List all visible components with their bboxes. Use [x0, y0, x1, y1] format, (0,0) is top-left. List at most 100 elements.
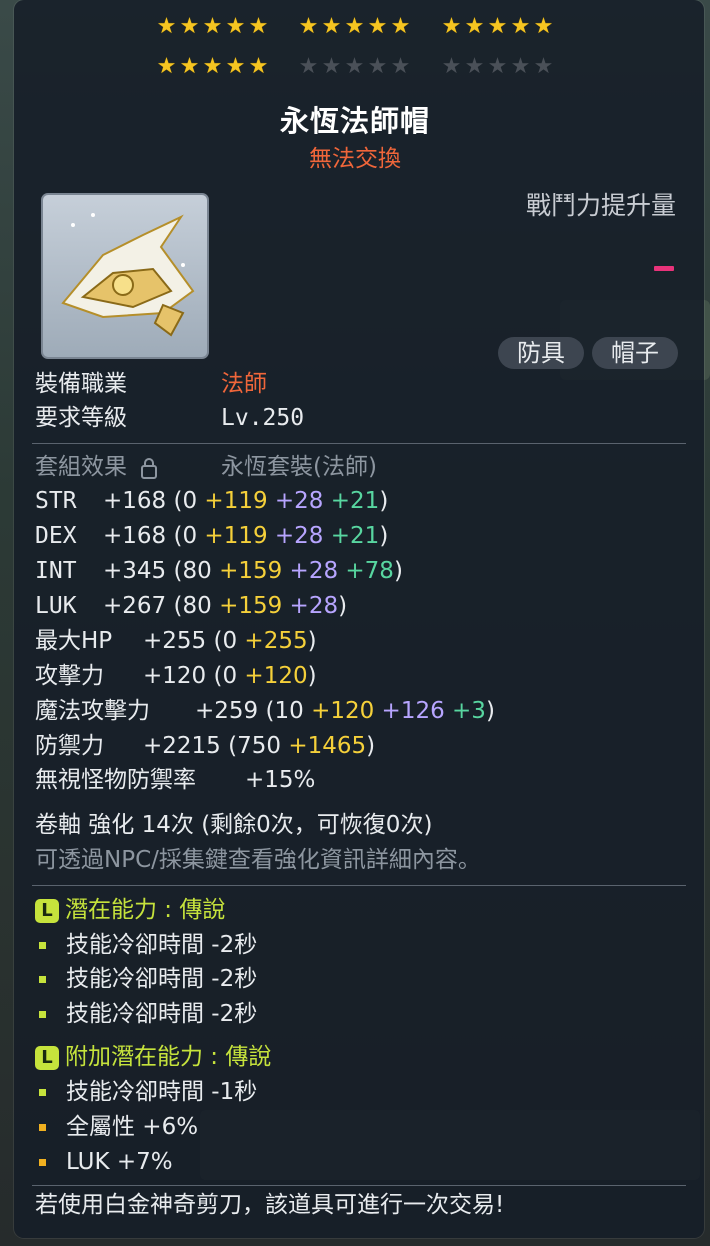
stat-bonus: +78 [345, 558, 394, 584]
stat-label: 防禦力 [35, 733, 104, 759]
stat-label: INT [35, 558, 77, 584]
star-icon: ★ [390, 54, 411, 79]
stat-bonus: +28 [274, 488, 324, 514]
divider [32, 1185, 686, 1186]
bonus-potential-line: 全屬性 +6% [35, 1110, 198, 1144]
stat-value: +2215 (750 +1465) [143, 733, 376, 759]
stat-label: LUK [35, 593, 77, 619]
stat-label: STR [35, 488, 77, 514]
tag-armor: 防具 [498, 337, 584, 369]
star-icon: ★ [344, 54, 365, 79]
star-icon: ★ [321, 14, 342, 39]
wizard-hat-icon [61, 213, 195, 337]
trade-status: 無法交換 [309, 146, 401, 172]
star-icon: ★ [464, 14, 485, 39]
stat-row: INT +345 (80 +159 +28 +78) [35, 554, 403, 588]
stat-value: +267 (80 +159 +28) [103, 593, 348, 619]
stat-base: 750 [237, 733, 282, 759]
stat-row: LUK +267 (80 +159 +28) [35, 589, 347, 623]
bullet-icon [39, 942, 46, 949]
bullet-icon [39, 976, 46, 983]
stat-base: 0 [182, 523, 198, 549]
star-icon: ★ [225, 54, 246, 79]
ignore-defense-value: +15% [245, 767, 316, 793]
stat-total: +345 [103, 558, 167, 584]
set-effect-label: 套組效果 [35, 454, 127, 480]
stat-bonus: +120 [311, 698, 375, 724]
stat-value: +120 (0 +120) [143, 663, 317, 689]
star-force-row-2: ★ ★ ★ ★ ★ ★ ★ ★ ★ ★ ★ ★ ★ ★ ★ [0, 55, 710, 85]
stat-bonus: +119 [204, 523, 268, 549]
level-value: Lv.250 [221, 405, 305, 431]
star-icon: ★ [298, 54, 319, 79]
trade-hint: 若使用白金神奇剪刀，該道具可進行一次交易! [35, 1192, 505, 1218]
stat-base: 10 [274, 698, 304, 724]
star-icon: ★ [298, 14, 319, 39]
star-icon: ★ [202, 14, 223, 39]
star-icon: ★ [202, 54, 223, 79]
stat-value: +168 (0 +119 +28 +21) [103, 488, 389, 514]
stat-bonus: +159 [219, 593, 283, 619]
potential-line: 技能冷卻時間 -2秒 [35, 997, 257, 1031]
stat-row: 最大HP +255 (0 +255) [35, 624, 317, 658]
legendary-badge-icon: L [35, 898, 59, 923]
stat-bonus: +255 [244, 628, 308, 654]
star-icon: ★ [156, 14, 177, 39]
bullet-icon [39, 1124, 46, 1131]
bonus-potential-line: LUK +7% [35, 1145, 173, 1179]
stat-value: +259 (10 +120 +126 +3) [195, 698, 495, 724]
scroll-upgrade-note: 可透過NPC/採集鍵查看強化資訊詳細內容。 [35, 847, 481, 873]
star-icon: ★ [225, 14, 246, 39]
stat-value: +168 (0 +119 +28 +21) [103, 523, 389, 549]
stat-bonus: +21 [330, 488, 380, 514]
star-icon: ★ [344, 14, 365, 39]
stat-bonus: +159 [219, 558, 283, 584]
divider [32, 443, 686, 444]
star-icon: ★ [390, 14, 411, 39]
potential-title: 潛在能力 : 傳說 [65, 897, 226, 923]
stat-total: +120 [143, 663, 207, 689]
star-icon: ★ [156, 54, 177, 79]
stat-bonus: +28 [289, 593, 339, 619]
bonus-potential-title: 附加潛在能力 : 傳說 [65, 1044, 272, 1070]
star-icon: ★ [533, 54, 554, 79]
level-label: 要求等級 [35, 405, 127, 431]
stat-row: 攻擊力 +120 (0 +120) [35, 659, 317, 693]
stat-label: 魔法攻擊力 [35, 698, 150, 724]
divider [32, 885, 686, 886]
bullet-icon [39, 1159, 46, 1166]
star-icon: ★ [441, 54, 462, 79]
stat-base: 80 [182, 558, 212, 584]
item-name: 永恆法師帽 [279, 104, 430, 138]
stat-bonus: +120 [244, 663, 308, 689]
legendary-badge-icon: L [35, 1045, 59, 1070]
stat-base: 0 [222, 663, 238, 689]
stat-value: +345 (80 +159 +28 +78) [103, 558, 403, 584]
stat-total: +2215 [143, 733, 221, 759]
star-icon: ★ [487, 14, 508, 39]
set-effect-row[interactable]: 套組效果 永恆套裝(法師) [35, 450, 377, 484]
stat-row: DEX +168 (0 +119 +28 +21) [35, 519, 388, 553]
stat-row: STR +168 (0 +119 +28 +21) [35, 484, 388, 518]
bonus-potential-line-text: 技能冷卻時間 -1秒 [66, 1079, 258, 1105]
bonus-potential-line: 技能冷卻時間 -1秒 [35, 1075, 257, 1109]
star-force-row-1: ★ ★ ★ ★ ★ ★ ★ ★ ★ ★ ★ ★ ★ ★ ★ [0, 15, 710, 45]
stat-row: 魔法攻擊力 +259 (10 +120 +126 +3) [35, 694, 495, 728]
ignore-defense-label: 無視怪物防禦率 [35, 767, 196, 793]
stat-row: 防禦力 +2215 (750 +1465) [35, 729, 375, 763]
potential-line: 技能冷卻時間 -2秒 [35, 928, 257, 962]
star-icon: ★ [179, 14, 200, 39]
job-requirement-row: 裝備職業 法師 [35, 367, 267, 401]
stat-base: 80 [182, 593, 212, 619]
stat-total: +259 [195, 698, 259, 724]
stat-base: 0 [222, 628, 238, 654]
star-icon: ★ [367, 54, 388, 79]
potential-line: 技能冷卻時間 -2秒 [35, 962, 257, 996]
stat-bonus: +28 [289, 558, 339, 584]
star-icon: ★ [487, 54, 508, 79]
stat-label: 攻擊力 [35, 663, 104, 689]
star-icon: ★ [321, 54, 342, 79]
stat-total: +168 [103, 523, 167, 549]
stat-total: +267 [103, 593, 167, 619]
star-icon: ★ [248, 14, 269, 39]
